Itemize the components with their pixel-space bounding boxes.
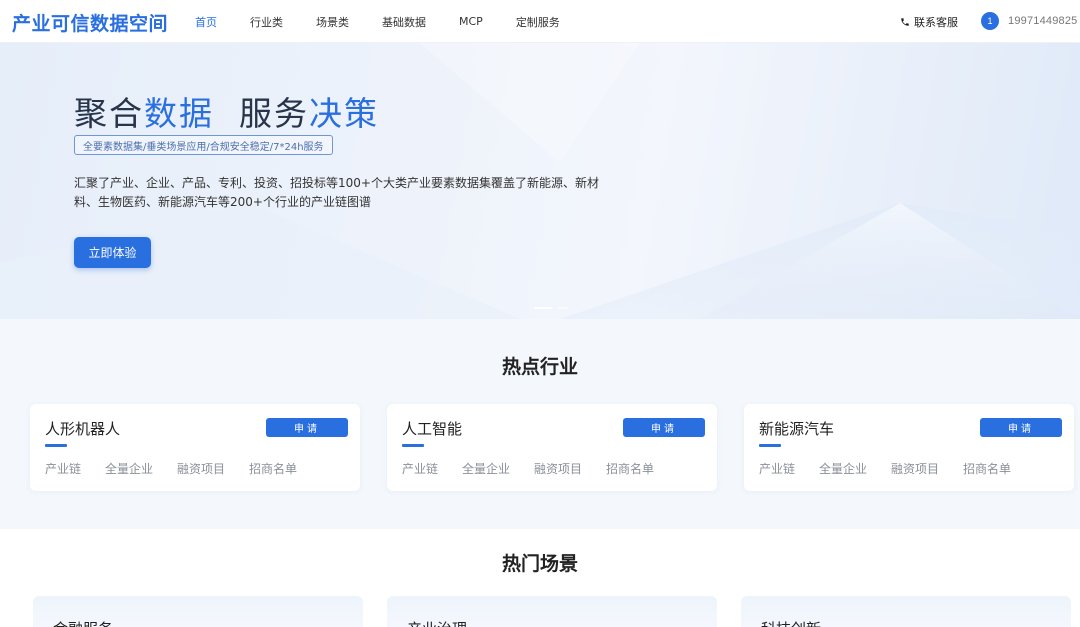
user-phone: 19971449825 (1008, 15, 1078, 27)
hero-title-part4: 决策 (308, 94, 379, 133)
industry-card[interactable]: 人形机器人 申请 产业链 全量企业 融资项目 招商名单 (30, 404, 360, 491)
nav-item-mcp[interactable]: MCP (459, 15, 483, 28)
industry-card[interactable]: 人工智能 申请 产业链 全量企业 融资项目 招商名单 (387, 404, 717, 491)
section-title-hot-industries: 热点行业 (501, 356, 578, 378)
avatar[interactable]: 1 (981, 12, 999, 30)
apply-button[interactable]: 申请 (623, 418, 705, 437)
hot-scenes-section: 热门场景 金融服务 产业治理 科技创新 (0, 529, 1080, 627)
industry-cards: 人形机器人 申请 产业链 全量企业 融资项目 招商名单 人工智能 申请 产业链 … (30, 404, 1080, 491)
scene-cards: 金融服务 产业治理 科技创新 (33, 596, 1080, 627)
industry-card[interactable]: 新能源汽车 申请 产业链 全量企业 融资项目 招商名单 (744, 404, 1074, 491)
scene-card[interactable]: 金融服务 (33, 596, 363, 627)
hero-tagline: 全要素数据集/垂类场景应用/合规安全稳定/7*24h服务 (74, 135, 333, 155)
nav-item-basic-data[interactable]: 基础数据 (382, 14, 426, 30)
site-logo[interactable]: 产业可信数据空间 (12, 9, 168, 36)
title-underline (402, 444, 424, 447)
nav-item-scene[interactable]: 场景类 (316, 14, 349, 30)
nav-item-industry[interactable]: 行业类 (250, 14, 283, 30)
hot-industries-section: 热点行业 人形机器人 申请 产业链 全量企业 融资项目 招商名单 人工智能 申请… (0, 319, 1080, 529)
try-now-button[interactable]: 立即体验 (74, 237, 151, 268)
apply-button[interactable]: 申请 (980, 418, 1062, 437)
carousel-indicator (534, 307, 574, 309)
link-financing-projects[interactable]: 融资项目 (891, 460, 939, 477)
link-investment-list[interactable]: 招商名单 (249, 460, 297, 477)
scene-card-title: 科技创新 (761, 618, 821, 627)
link-investment-list[interactable]: 招商名单 (963, 460, 1011, 477)
nav-item-home[interactable]: 首页 (195, 14, 217, 30)
title-underline (45, 444, 67, 447)
contact-service-label: 联系客服 (914, 16, 958, 29)
link-all-companies[interactable]: 全量企业 (462, 460, 510, 477)
industry-card-title: 人形机器人 (45, 420, 121, 438)
hero-title: 聚合数据 服务决策 (74, 87, 379, 135)
user-account[interactable]: 1 19971449825 (981, 12, 1078, 30)
link-industry-chain[interactable]: 产业链 (402, 460, 438, 477)
link-financing-projects[interactable]: 融资项目 (177, 460, 225, 477)
link-industry-chain[interactable]: 产业链 (759, 460, 795, 477)
link-industry-chain[interactable]: 产业链 (45, 460, 81, 477)
nav-item-custom-service[interactable]: 定制服务 (516, 14, 560, 30)
carousel-dot[interactable] (558, 307, 568, 309)
scene-card-title: 金融服务 (53, 618, 113, 627)
scene-card[interactable]: 科技创新 (741, 596, 1071, 627)
industry-card-title: 新能源汽车 (759, 420, 835, 438)
link-investment-list[interactable]: 招商名单 (606, 460, 654, 477)
link-all-companies[interactable]: 全量企业 (819, 460, 867, 477)
hero-title-part1: 聚合 (74, 94, 144, 133)
hero-title-part2: 数据 (144, 94, 214, 133)
scene-card[interactable]: 产业治理 (387, 596, 717, 627)
link-financing-projects[interactable]: 融资项目 (534, 460, 582, 477)
scene-card-title: 产业治理 (407, 618, 467, 627)
contact-service-button[interactable]: 联系客服 (900, 14, 958, 30)
industry-card-links: 产业链 全量企业 融资项目 招商名单 (402, 460, 678, 477)
industry-card-title: 人工智能 (402, 420, 463, 438)
hero-description: 汇聚了产业、企业、产品、专利、投资、招投标等100+个大类产业要素数据集覆盖了新… (74, 176, 599, 209)
carousel-dot-active[interactable] (534, 307, 552, 309)
section-title-hot-scenes: 热门场景 (501, 553, 578, 575)
main-nav: 首页 行业类 场景类 基础数据 MCP 定制服务 (195, 0, 593, 43)
link-all-companies[interactable]: 全量企业 (105, 460, 153, 477)
industry-card-links: 产业链 全量企业 融资项目 招商名单 (759, 460, 1035, 477)
top-header: 产业可信数据空间 首页 行业类 场景类 基础数据 MCP 定制服务 联系客服 1… (0, 0, 1080, 43)
industry-card-links: 产业链 全量企业 融资项目 招商名单 (45, 460, 321, 477)
title-underline (759, 444, 781, 447)
hero-title-part3: 服务 (238, 94, 309, 133)
phone-icon (901, 18, 909, 26)
apply-button[interactable]: 申请 (266, 418, 348, 437)
hero-banner: 聚合数据 服务决策 全要素数据集/垂类场景应用/合规安全稳定/7*24h服务 汇… (0, 43, 1080, 319)
